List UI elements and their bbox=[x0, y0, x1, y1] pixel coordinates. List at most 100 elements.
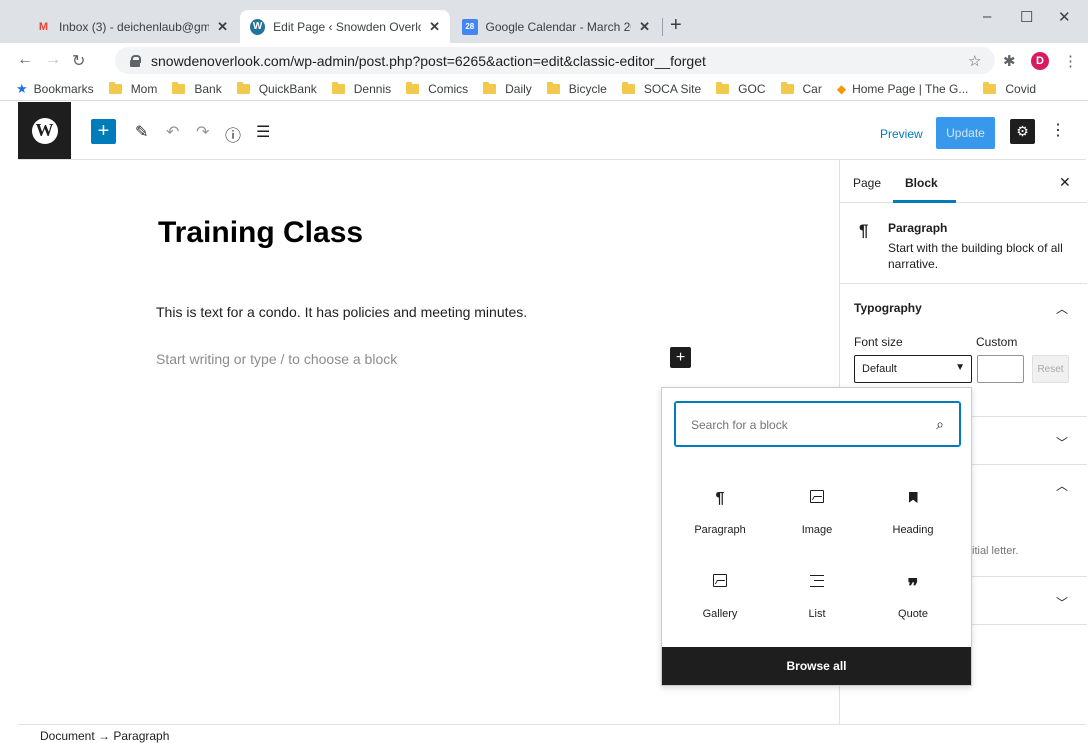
bookmark-item[interactable]: QuickBank bbox=[236, 82, 317, 96]
bookmark-item[interactable]: Car bbox=[780, 82, 822, 96]
forward-button[interactable]: → bbox=[45, 51, 61, 69]
flame-icon: ◆ bbox=[836, 82, 847, 96]
block-item-label: Heading bbox=[892, 524, 934, 536]
editor-header: W + ✎ ↶ ↷ ⓘ ☰ Preview Update ⚙ ⋮ bbox=[18, 102, 1086, 160]
edit-tool-icon[interactable]: ✎ bbox=[135, 122, 148, 142]
address-bar[interactable]: snowdenoverlook.com/wp-admin/post.php?po… bbox=[115, 47, 995, 74]
list-view-icon[interactable]: ☰ bbox=[256, 122, 270, 142]
browser-tabstrip: M Inbox (3) - deichenlaub@gmail.co ✕ W E… bbox=[0, 0, 1088, 43]
block-item-quote[interactable]: ❞ Quote bbox=[873, 574, 953, 620]
gmail-icon: M bbox=[38, 20, 49, 33]
typography-title[interactable]: Typography bbox=[854, 301, 922, 315]
tab-page[interactable]: Page bbox=[853, 176, 881, 190]
tab-calendar[interactable]: 28 Google Calendar - March 2021 ✕ bbox=[452, 10, 660, 43]
bookmark-item[interactable]: ◆ Home Page | The G... bbox=[837, 82, 969, 96]
chevron-down-icon[interactable]: ﹀ bbox=[1056, 594, 1068, 611]
bookmark-item[interactable]: ★ Bookmarks bbox=[16, 81, 94, 97]
tab-gmail[interactable]: M Inbox (3) - deichenlaub@gmail.co ✕ bbox=[26, 10, 238, 43]
bookmark-item[interactable]: Dennis bbox=[331, 82, 392, 96]
redo-icon[interactable]: ↷ bbox=[196, 122, 209, 142]
block-inserter-popover: Search for a block ⌕ ¶ Paragraph Image H… bbox=[661, 387, 972, 686]
update-button[interactable]: Update bbox=[936, 117, 995, 149]
close-icon[interactable]: ✕ bbox=[429, 19, 440, 35]
inline-add-block-button[interactable]: + bbox=[670, 347, 691, 368]
folder-icon bbox=[108, 82, 122, 94]
bookmark-label: Bookmarks bbox=[33, 82, 94, 96]
paragraph-block[interactable]: This is text for a condo. It has policie… bbox=[156, 304, 527, 320]
lock-icon bbox=[129, 54, 141, 67]
bookmark-label: Car bbox=[802, 82, 822, 96]
info-icon[interactable]: ⓘ bbox=[225, 122, 241, 146]
browse-all-button[interactable]: Browse all bbox=[662, 647, 971, 685]
add-block-button[interactable]: + bbox=[91, 119, 116, 144]
folder-icon bbox=[780, 82, 794, 94]
bookmark-label: Daily bbox=[505, 82, 532, 96]
folder-icon bbox=[983, 82, 997, 94]
bookmark-item[interactable]: GOC bbox=[716, 82, 766, 96]
paragraph-icon: ¶ bbox=[859, 221, 869, 240]
bookmarks-bar: ★ Bookmarks Mom Bank QuickBank Dennis Com… bbox=[0, 78, 1088, 101]
block-item-image[interactable]: Image bbox=[777, 490, 857, 536]
bookmark-label: Comics bbox=[428, 82, 469, 96]
bookmark-label: Dennis bbox=[353, 82, 392, 96]
block-item-label: Image bbox=[801, 524, 833, 536]
bookmark-item[interactable]: SOCA Site bbox=[621, 82, 702, 96]
tab-title: Edit Page ‹ Snowden Overlook — bbox=[273, 19, 421, 34]
minimize-button[interactable]: – bbox=[983, 8, 991, 25]
breadcrumb[interactable]: Document → Paragraph bbox=[18, 724, 1086, 743]
folder-icon bbox=[716, 82, 730, 94]
bookmark-item[interactable]: Daily bbox=[483, 82, 532, 96]
quote-icon: ❞ bbox=[907, 576, 919, 598]
undo-icon[interactable]: ↶ bbox=[166, 122, 179, 142]
maximize-button[interactable]: ☐ bbox=[1020, 8, 1033, 26]
block-item-gallery[interactable]: Gallery bbox=[680, 574, 760, 620]
back-button[interactable]: ← bbox=[17, 51, 33, 69]
profile-avatar[interactable]: D bbox=[1031, 52, 1049, 70]
close-icon[interactable]: ✕ bbox=[1059, 174, 1071, 191]
chrome-menu-icon[interactable]: ⋮ bbox=[1063, 52, 1078, 70]
block-item-heading[interactable]: Heading bbox=[873, 490, 953, 536]
bookmark-item[interactable]: Covid bbox=[983, 82, 1036, 96]
chevron-up-icon[interactable]: ︿ bbox=[1056, 477, 1068, 494]
search-icon: ⌕ bbox=[936, 416, 944, 432]
font-size-label: Font size bbox=[854, 335, 903, 349]
settings-gear-icon[interactable]: ⚙ bbox=[1010, 119, 1035, 144]
extensions-icon[interactable]: ✱ bbox=[1003, 52, 1016, 70]
bookmark-item[interactable]: Bank bbox=[172, 82, 222, 96]
reset-button[interactable]: Reset bbox=[1032, 355, 1069, 383]
bookmark-item[interactable]: Mom bbox=[108, 82, 157, 96]
bookmark-item[interactable]: Comics bbox=[406, 82, 468, 96]
block-item-paragraph[interactable]: ¶ Paragraph bbox=[680, 490, 760, 536]
close-window-button[interactable]: ✕ bbox=[1058, 8, 1071, 26]
heading-icon bbox=[873, 490, 953, 512]
url-text: snowdenoverlook.com/wp-admin/post.php?po… bbox=[151, 52, 706, 69]
chevron-down-icon[interactable]: ﹀ bbox=[1056, 434, 1068, 451]
close-icon[interactable]: ✕ bbox=[217, 19, 228, 35]
tab-block[interactable]: Block bbox=[905, 176, 938, 190]
bookmark-item[interactable]: Bicycle bbox=[546, 82, 607, 96]
block-card: ¶ Paragraph Start with the building bloc… bbox=[840, 203, 1087, 284]
tab-wordpress[interactable]: W Edit Page ‹ Snowden Overlook — ✕ bbox=[240, 10, 450, 43]
reload-button[interactable]: ↻ bbox=[72, 51, 85, 71]
empty-block-placeholder[interactable]: Start writing or type / to choose a bloc… bbox=[156, 351, 397, 367]
bookmark-star-icon[interactable]: ☆ bbox=[968, 52, 981, 70]
font-size-select[interactable]: Default ▼ bbox=[854, 355, 972, 383]
tab-separator bbox=[662, 18, 663, 36]
more-options-icon[interactable]: ⋮ bbox=[1050, 120, 1066, 140]
preview-button[interactable]: Preview bbox=[880, 127, 923, 141]
search-placeholder: Search for a block bbox=[691, 418, 788, 432]
close-icon[interactable]: ✕ bbox=[639, 19, 650, 35]
bookmark-label: SOCA Site bbox=[643, 82, 702, 96]
gallery-icon bbox=[680, 574, 760, 596]
list-icon bbox=[777, 574, 857, 596]
block-item-list[interactable]: List bbox=[777, 574, 857, 620]
chevron-up-icon[interactable]: ︿ bbox=[1056, 300, 1068, 317]
custom-size-input[interactable] bbox=[977, 355, 1024, 383]
image-icon bbox=[777, 490, 857, 512]
folder-icon bbox=[546, 82, 560, 94]
wordpress-logo-button[interactable]: W bbox=[18, 102, 71, 159]
new-tab-button[interactable]: + bbox=[670, 14, 682, 37]
bookmark-label: Covid bbox=[1005, 82, 1037, 96]
post-title[interactable]: Training Class bbox=[158, 216, 363, 250]
block-search-input[interactable]: Search for a block ⌕ bbox=[675, 402, 960, 446]
